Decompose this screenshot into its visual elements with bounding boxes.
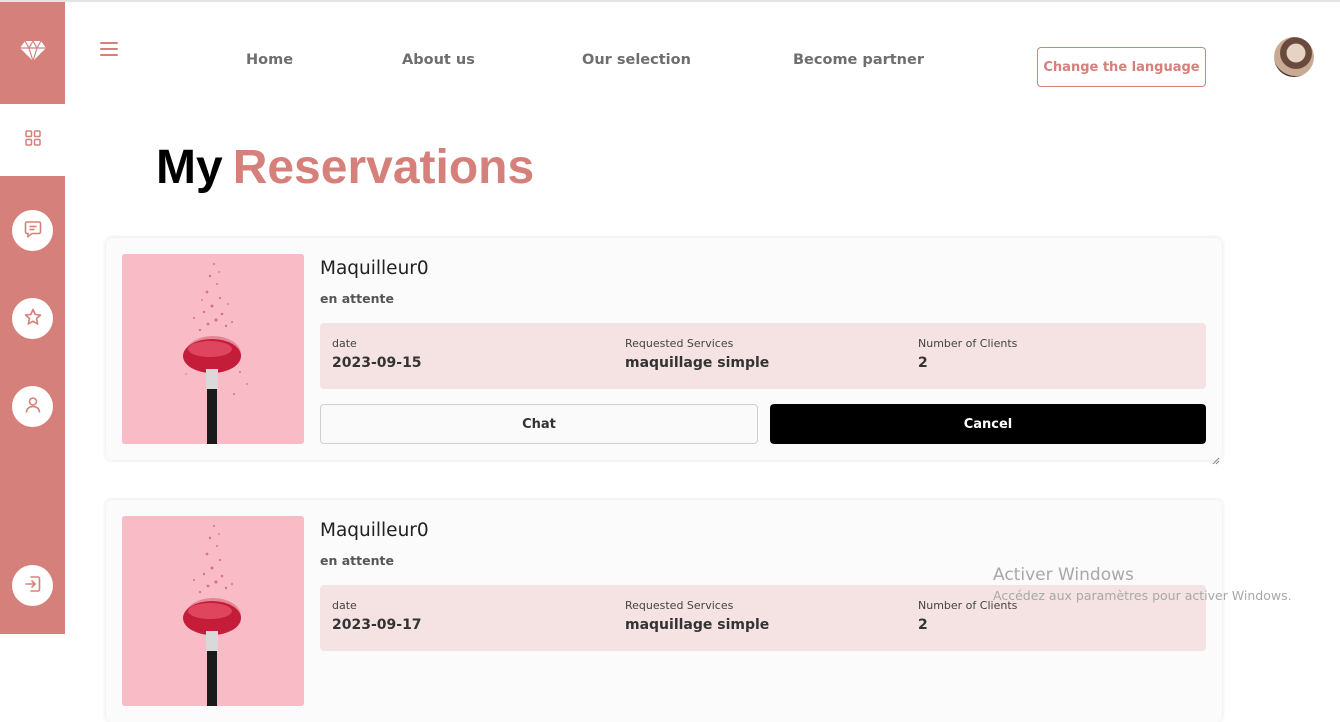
user-icon bbox=[24, 396, 42, 418]
artist-name: Maquilleur0 bbox=[320, 520, 429, 541]
title-part-reservations: Reservations bbox=[232, 141, 535, 194]
sidebar-item-messages[interactable] bbox=[12, 210, 53, 251]
nav-selection[interactable]: Our selection bbox=[582, 52, 691, 68]
resize-handle-icon[interactable] bbox=[1212, 450, 1220, 465]
windows-activation-watermark: Activer Windows Accédez aux paramètres p… bbox=[993, 565, 1292, 603]
nav-about[interactable]: About us bbox=[402, 52, 475, 68]
sidebar-item-dashboard[interactable] bbox=[0, 104, 65, 176]
services-field: Requested Services maquillage simple bbox=[625, 599, 769, 633]
date-field: date 2023-09-17 bbox=[332, 599, 422, 633]
reservation-card: Maquilleur0 en attente date 2023-09-17 R… bbox=[106, 500, 1222, 722]
date-value: 2023-09-17 bbox=[332, 617, 422, 633]
hamburger-icon[interactable] bbox=[100, 42, 118, 56]
artist-name: Maquilleur0 bbox=[320, 258, 429, 279]
logo[interactable] bbox=[0, 2, 65, 104]
user-avatar[interactable] bbox=[1274, 37, 1314, 77]
star-icon bbox=[24, 308, 42, 330]
services-value: maquillage simple bbox=[625, 355, 770, 371]
date-label: date bbox=[332, 599, 357, 612]
reservation-status: en attente bbox=[320, 291, 394, 306]
top-border bbox=[0, 0, 1340, 2]
diamond-icon bbox=[19, 39, 47, 66]
date-label: date bbox=[332, 337, 357, 350]
clients-field: Number of Clients 2 bbox=[918, 337, 1017, 371]
clients-field: Number of Clients 2 bbox=[918, 599, 1017, 633]
makeup-brush-image bbox=[122, 516, 304, 706]
title-part-my: My bbox=[156, 141, 223, 194]
nav-home[interactable]: Home bbox=[246, 52, 293, 68]
watermark-subtitle: Accédez aux paramètres pour activer Wind… bbox=[993, 588, 1292, 603]
date-field: date 2023-09-15 bbox=[332, 337, 422, 371]
watermark-title: Activer Windows bbox=[993, 565, 1134, 585]
date-value: 2023-09-15 bbox=[332, 355, 422, 371]
cancel-button[interactable]: Cancel bbox=[770, 404, 1206, 444]
sidebar-item-favorites[interactable] bbox=[12, 298, 53, 339]
services-value: maquillage simple bbox=[625, 617, 770, 633]
grid-icon bbox=[24, 130, 41, 150]
sidebar bbox=[0, 2, 65, 634]
services-label: Requested Services bbox=[625, 599, 734, 612]
services-field: Requested Services maquillage simple bbox=[625, 337, 769, 371]
chat-button[interactable]: Chat bbox=[320, 404, 758, 444]
page-title: My Reservations bbox=[156, 140, 534, 195]
clients-label: Number of Clients bbox=[918, 337, 1018, 350]
message-icon bbox=[24, 220, 42, 242]
makeup-brush-image bbox=[122, 254, 304, 444]
sidebar-item-profile[interactable] bbox=[12, 386, 53, 427]
clients-value: 2 bbox=[918, 617, 928, 633]
services-label: Requested Services bbox=[625, 337, 734, 350]
clients-value: 2 bbox=[918, 355, 928, 371]
reservation-card: Maquilleur0 en attente date 2023-09-15 R… bbox=[106, 238, 1222, 465]
logout-icon bbox=[24, 575, 42, 597]
nav-partner[interactable]: Become partner bbox=[793, 52, 924, 68]
reservation-details: date 2023-09-15 Requested Services maqui… bbox=[320, 323, 1206, 389]
logout-button[interactable] bbox=[12, 565, 53, 606]
change-language-button[interactable]: Change the language bbox=[1037, 47, 1206, 87]
reservation-status: en attente bbox=[320, 553, 394, 568]
